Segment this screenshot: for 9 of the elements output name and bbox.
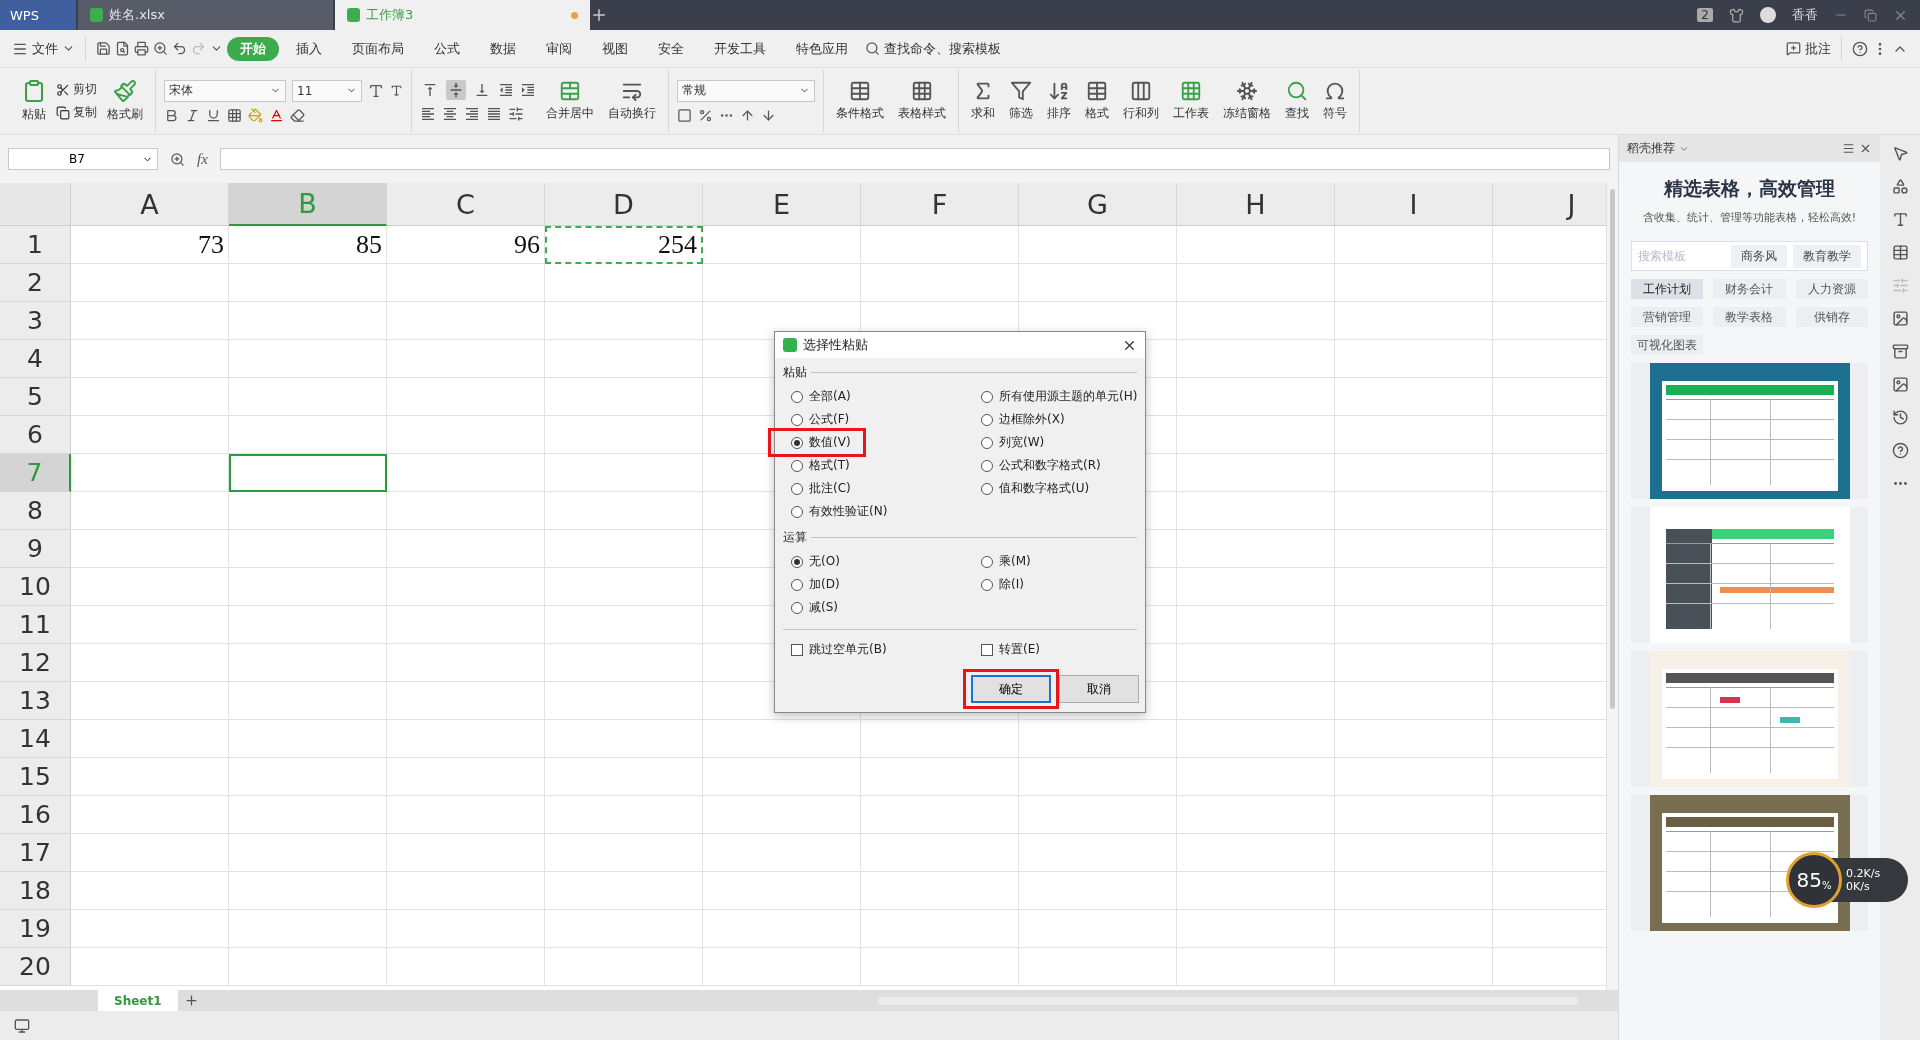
panel-subtitle: 含收集、统计、管理等功能表格，轻松高效! <box>1641 210 1858 225</box>
percent-unit: % <box>1821 880 1832 891</box>
section-label: 运算 <box>783 529 807 546</box>
cpu-percent: 85 <box>1796 868 1822 892</box>
panel-headline: 精选表格，高效管理 <box>1662 176 1836 201</box>
section-label: 粘贴 <box>783 364 807 381</box>
upload-speed: 0.2K/s <box>1846 867 1882 880</box>
download-speed: 0K/s <box>1846 880 1871 893</box>
dialog-title: 选择性粘贴 <box>803 336 868 354</box>
